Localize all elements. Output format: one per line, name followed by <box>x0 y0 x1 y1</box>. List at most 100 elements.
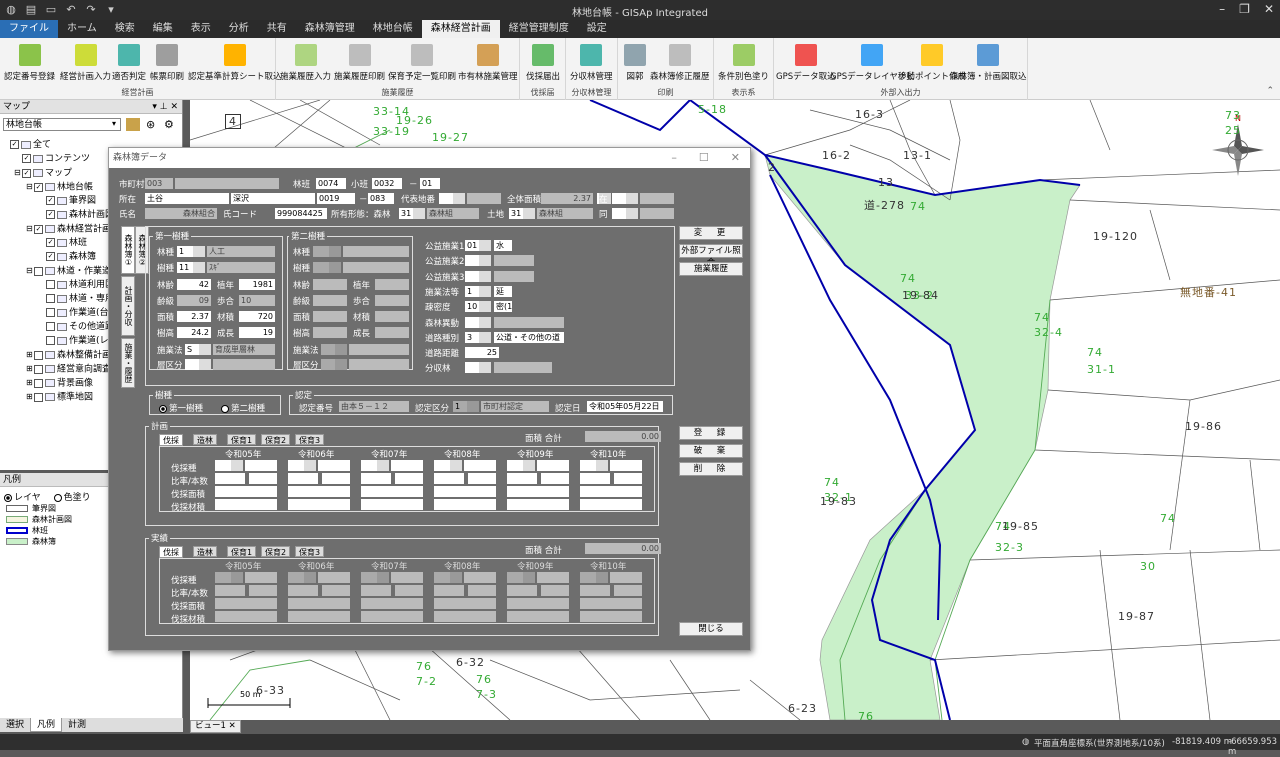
plan-cell[interactable] <box>507 486 569 497</box>
public-benefit-select[interactable]: 01 <box>465 240 491 251</box>
expand-icon[interactable]: ⊞ <box>26 362 34 376</box>
expand-icon[interactable]: ⊞ <box>26 376 34 390</box>
layer-checkbox[interactable] <box>46 322 55 331</box>
layer-checkbox[interactable] <box>34 266 43 276</box>
same-field[interactable] <box>640 208 674 219</box>
plan-cell[interactable] <box>468 473 496 484</box>
register-history-button[interactable]: 森林簿修正履歴 <box>650 44 710 82</box>
plan-cell[interactable] <box>215 473 245 484</box>
plan-cell[interactable] <box>614 473 642 484</box>
layer-checkbox[interactable]: ✓ <box>34 224 43 234</box>
zai-select[interactable] <box>612 193 638 204</box>
dialog-minimize-icon[interactable]: – <box>671 148 677 168</box>
seichou-field[interactable]: 19 <box>239 327 275 338</box>
actual-cell-select[interactable] <box>215 572 243 583</box>
actual-cell[interactable] <box>434 585 464 596</box>
second-field[interactable] <box>375 311 409 322</box>
tab-actual-0[interactable]: 伐採 <box>159 546 183 558</box>
maximize-icon[interactable]: ❐ <box>1239 2 1250 16</box>
second-field[interactable] <box>375 295 409 306</box>
rinshu-field[interactable]: 人工 <box>207 246 275 257</box>
public-benefit-field[interactable] <box>494 270 534 282</box>
public-benefit-field[interactable]: 公道・その他の道 <box>494 331 564 343</box>
tab-plan-2[interactable]: 保育1 <box>227 434 257 445</box>
layer-checkbox[interactable] <box>46 294 55 303</box>
lot-sub-field[interactable]: 083 <box>368 193 394 204</box>
land-select[interactable]: 31 <box>509 208 535 219</box>
soku-field[interactable] <box>213 359 275 370</box>
plan-cell[interactable] <box>434 486 496 497</box>
actual-cell[interactable] <box>507 611 569 622</box>
sekou-select[interactable]: S <box>185 344 211 355</box>
actual-cell[interactable] <box>318 572 350 583</box>
menseki-field[interactable]: 2.37 <box>177 311 211 322</box>
tab-legend[interactable]: 凡例 <box>30 718 63 732</box>
second-select[interactable] <box>313 262 341 273</box>
actual-cell[interactable] <box>507 585 537 596</box>
actual-cell[interactable] <box>610 572 642 583</box>
actual-cell[interactable] <box>215 598 277 609</box>
tab-actual-2[interactable]: 保育1 <box>227 546 257 557</box>
second-species-option[interactable]: 第二樹種 <box>221 402 265 414</box>
plan-cell[interactable] <box>580 499 642 510</box>
plan-cell[interactable] <box>361 486 423 497</box>
shohan-field[interactable]: 0032 <box>372 178 402 189</box>
map-frame-button[interactable]: 図郭 <box>624 44 646 82</box>
close-icon[interactable]: ✕ <box>1264 2 1274 16</box>
public-benefit-select[interactable] <box>465 270 491 282</box>
plan-cell[interactable] <box>507 473 537 484</box>
tab-plan-3[interactable]: 保育2 <box>261 434 291 445</box>
share-forest-button[interactable]: 分収林管理 <box>570 44 613 82</box>
second-field[interactable] <box>313 327 347 338</box>
layer-checkbox[interactable] <box>46 336 55 345</box>
dialog-close-icon[interactable]: ✕ <box>731 148 740 168</box>
expand-icon[interactable]: ⊟ <box>26 264 34 278</box>
layer-checkbox[interactable]: ✓ <box>10 140 19 149</box>
plan-cell[interactable] <box>434 499 496 510</box>
history-input-button[interactable]: 施業履歴入力 <box>280 44 331 82</box>
soku-select[interactable] <box>185 359 211 370</box>
layer-checkbox[interactable] <box>46 308 55 317</box>
folder-open-icon[interactable] <box>126 118 140 131</box>
rinpan-field[interactable]: 0074 <box>316 178 346 189</box>
second-field[interactable] <box>375 327 409 338</box>
expand-icon[interactable]: ⊟ <box>26 222 34 236</box>
buai-field[interactable]: 10 <box>239 295 275 306</box>
actual-cell-select[interactable] <box>507 572 535 583</box>
layer-checkbox[interactable] <box>34 392 43 402</box>
plan-cell[interactable] <box>215 486 277 497</box>
menu-file[interactable]: ファイル <box>0 20 58 38</box>
menu-forest-register[interactable]: 森林簿管理 <box>296 20 364 38</box>
legend-layer-radio[interactable] <box>4 493 12 502</box>
plan-cell[interactable] <box>249 473 277 484</box>
reikyu-field[interactable]: 09 <box>177 295 211 306</box>
rinrei-field[interactable]: 42 <box>177 279 211 290</box>
public-benefit-field[interactable]: 延 <box>494 285 512 297</box>
public-benefit-select[interactable] <box>465 255 491 267</box>
actual-cell[interactable] <box>249 585 277 596</box>
expand-icon[interactable]: ⊟ <box>26 180 34 194</box>
panel-pin-close-icon[interactable]: ▾ ⊥ ✕ <box>152 100 178 114</box>
daihyo-select[interactable] <box>439 193 465 204</box>
layer-checkbox[interactable]: ✓ <box>46 196 55 205</box>
layer-checkbox[interactable]: ✓ <box>46 238 55 247</box>
actual-cell[interactable] <box>614 585 642 596</box>
jushu-select[interactable]: 11 <box>177 262 205 273</box>
menu-forest-plan[interactable]: 森林経営計画 <box>421 20 500 38</box>
city-code-field[interactable]: 003 <box>145 178 173 189</box>
plan-total-field[interactable]: 0.00 <box>585 431 661 442</box>
tab-select[interactable]: 選択 <box>0 718 30 732</box>
plan-cell[interactable] <box>391 460 423 471</box>
menu-view[interactable]: 表示 <box>182 20 220 38</box>
same-select[interactable] <box>612 208 638 219</box>
public-benefit-select[interactable]: 10 <box>465 301 491 313</box>
sekou-field[interactable]: 育成単層林 <box>213 344 275 355</box>
actual-cell[interactable] <box>322 585 350 596</box>
actual-cell[interactable] <box>361 585 391 596</box>
layer-checkbox[interactable] <box>46 280 55 289</box>
layer-checkbox[interactable] <box>34 378 43 388</box>
edaban-field[interactable]: 01 <box>420 178 440 189</box>
actual-total-field[interactable]: 0.00 <box>585 543 661 554</box>
layer-checkbox[interactable]: ✓ <box>34 182 43 192</box>
color-by-condition-button[interactable]: 条件別色塗り <box>718 44 769 82</box>
